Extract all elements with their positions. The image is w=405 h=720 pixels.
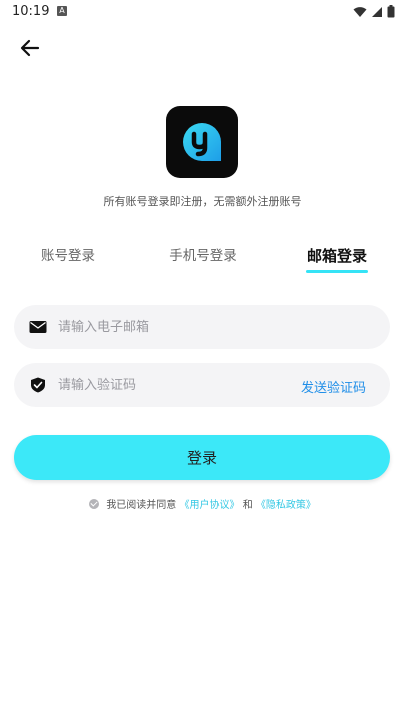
agreement-row: 我已阅读并同意 《用户协议》 和 《隐私政策》: [0, 496, 405, 511]
status-bar: 10:19 A: [0, 0, 405, 24]
tab-account-login-label: 账号登录: [41, 248, 95, 264]
battery-icon: [387, 5, 395, 18]
send-code-button[interactable]: 发送验证码: [301, 377, 366, 396]
tab-phone-login-label: 手机号登录: [169, 248, 237, 264]
login-tabs: 账号登录 手机号登录 邮箱登录: [0, 245, 405, 285]
tab-account-login[interactable]: 账号登录: [40, 245, 96, 281]
privacy-policy-link[interactable]: 《隐私政策》: [256, 500, 316, 511]
notification-icon: A: [57, 6, 67, 16]
system-icons: [353, 5, 395, 18]
verification-code-field: 发送验证码: [14, 363, 390, 407]
email-input[interactable]: [58, 305, 288, 349]
tab-phone-login[interactable]: 手机号登录: [168, 245, 238, 281]
tab-email-login[interactable]: 邮箱登录: [306, 245, 368, 281]
agreement-conjunction: 和: [242, 500, 253, 511]
signal-icon: [372, 6, 382, 17]
verification-code-input[interactable]: [58, 363, 288, 407]
agreement-checkbox[interactable]: [89, 499, 100, 509]
envelope-icon: [29, 321, 47, 333]
login-button[interactable]: 登录: [14, 435, 390, 480]
status-time: 10:19: [12, 4, 50, 19]
arrow-left-icon: [20, 39, 40, 57]
register-hint: 所有账号登录即注册，无需额外注册账号: [103, 195, 302, 208]
app-logo-icon: [183, 123, 221, 161]
active-tab-indicator: [306, 270, 368, 273]
email-field: [14, 305, 390, 349]
app-logo: [166, 106, 238, 178]
shield-check-icon: [31, 377, 45, 393]
back-button[interactable]: [16, 36, 44, 60]
agreement-prefix: 我已阅读并同意: [106, 500, 177, 511]
wifi-icon: [353, 6, 367, 17]
tab-email-login-label: 邮箱登录: [306, 247, 367, 265]
user-agreement-link[interactable]: 《用户协议》: [180, 500, 240, 511]
